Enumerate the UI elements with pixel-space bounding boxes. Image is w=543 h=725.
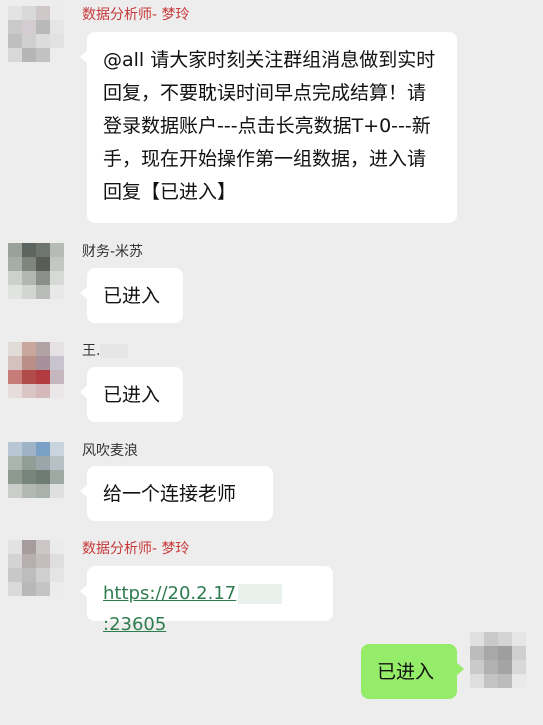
redaction-mask bbox=[100, 344, 129, 358]
message-bubble[interactable]: 已进入 bbox=[361, 644, 464, 699]
avatar[interactable] bbox=[470, 632, 526, 688]
sender-name: 财务-米苏 bbox=[82, 244, 144, 260]
link-text-end[interactable]: :23605 bbox=[103, 614, 166, 635]
message-bubble[interactable]: 给一个连接老师 bbox=[80, 466, 273, 521]
sender-name: 风吹麦浪 bbox=[82, 443, 138, 459]
message-link[interactable]: https://20.2.17 :23605 bbox=[103, 583, 284, 635]
message-bubble[interactable]: https://20.2.17 :23605 bbox=[80, 566, 333, 635]
sender-name: 王. bbox=[82, 342, 129, 360]
message-bubble[interactable]: 已进入 bbox=[80, 268, 183, 323]
message-bubble[interactable]: @all 请大家时刻关注群组消息做到实时回复，不要耽误时间早点完成结算！请登录数… bbox=[80, 32, 457, 223]
message-bubble[interactable]: 已进入 bbox=[80, 367, 183, 422]
link-text-start[interactable]: https://20.2.17 bbox=[103, 583, 236, 604]
avatar[interactable] bbox=[8, 6, 64, 62]
redaction-mask bbox=[238, 584, 283, 604]
sender-name: 数据分析师- 梦玲 bbox=[82, 541, 190, 557]
avatar[interactable] bbox=[8, 243, 64, 299]
avatar[interactable] bbox=[8, 540, 64, 596]
avatar[interactable] bbox=[8, 442, 64, 498]
sender-name: 数据分析师- 梦玲 bbox=[82, 7, 190, 23]
avatar[interactable] bbox=[8, 342, 64, 398]
sender-name-text: 王. bbox=[82, 343, 101, 359]
